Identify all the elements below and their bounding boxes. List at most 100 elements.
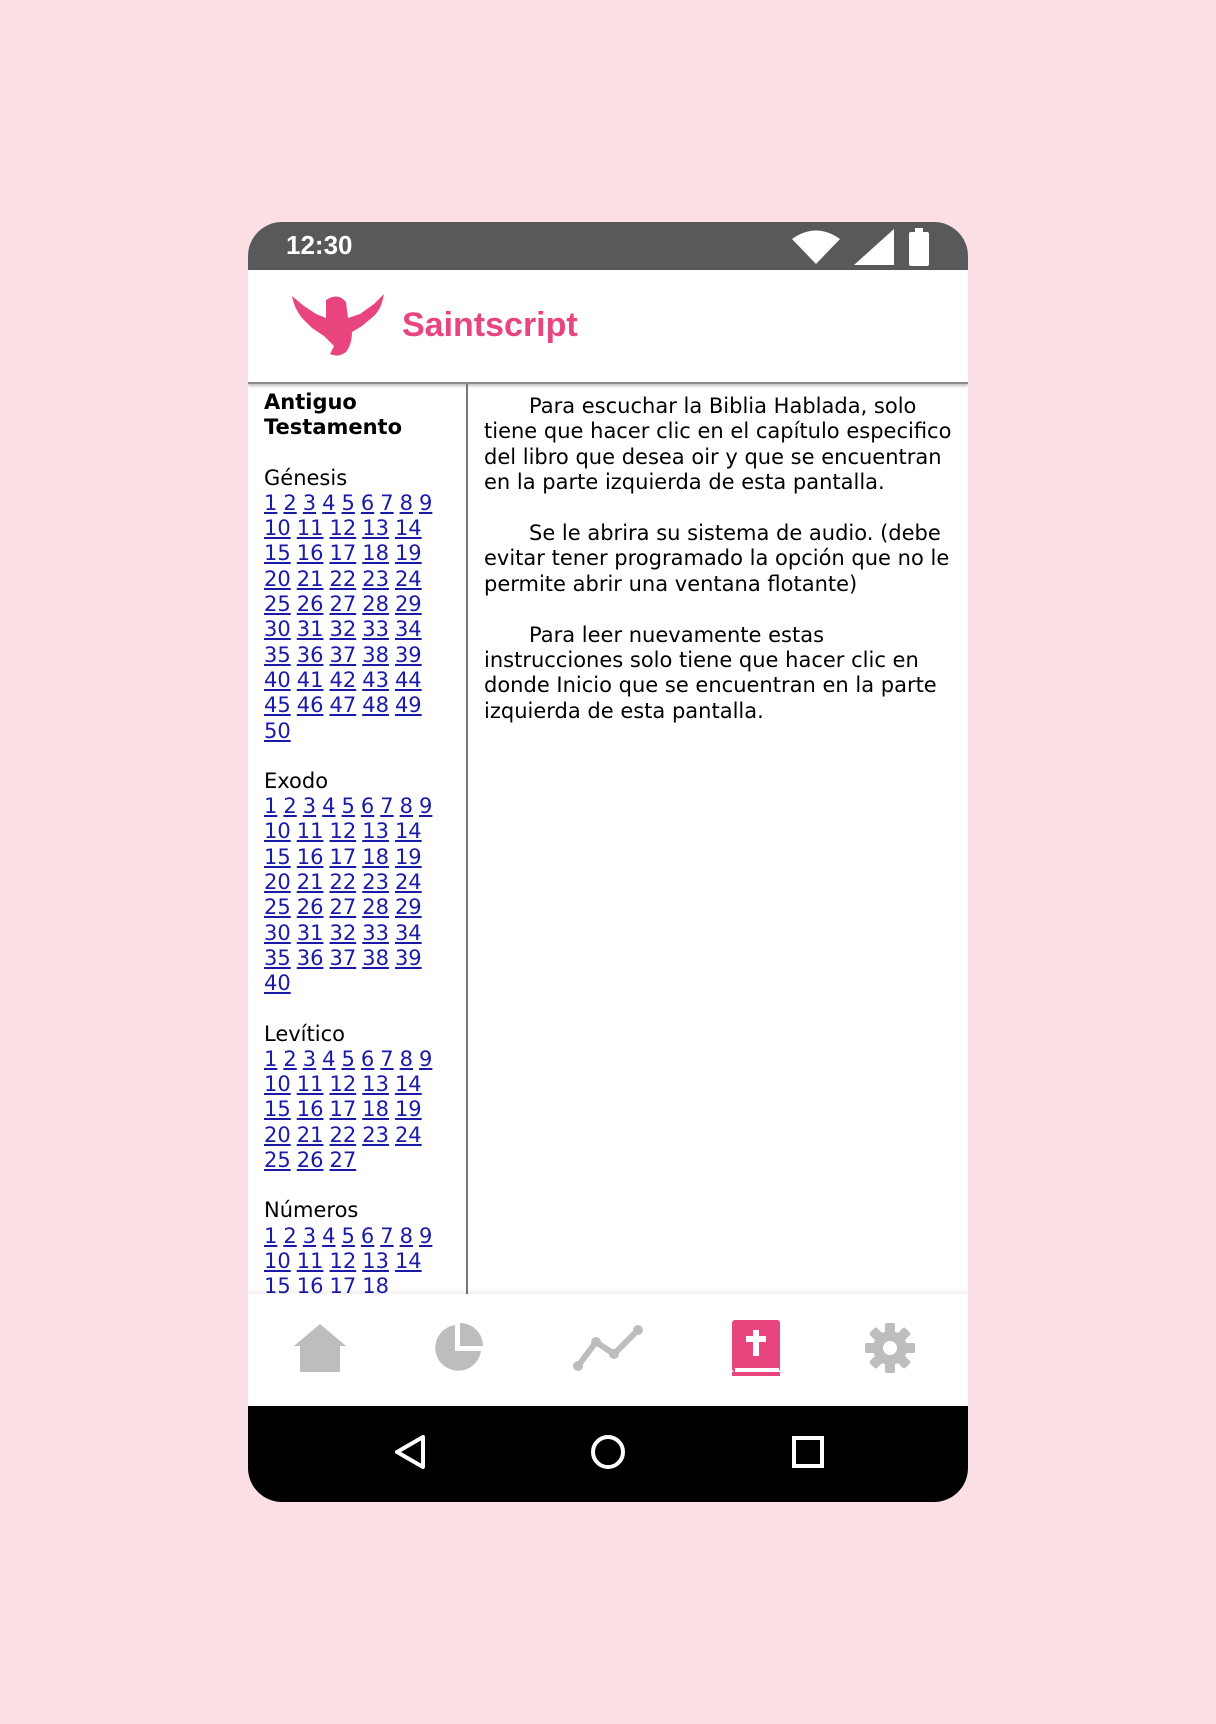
chapter-link[interactable]: 28 [362,592,389,617]
chapter-link[interactable]: 24 [395,870,422,895]
chapter-link[interactable]: 24 [395,1123,422,1148]
chapter-link[interactable]: 16 [297,845,324,870]
chapter-link[interactable]: 34 [395,617,422,642]
chapter-link[interactable]: 26 [297,895,324,920]
chapter-link[interactable]: 13 [362,819,389,844]
chapter-link[interactable]: 18 [362,845,389,870]
chapter-link[interactable]: 27 [329,592,356,617]
chapter-link[interactable]: 4 [322,1047,335,1072]
chapter-link[interactable]: 1 [264,794,277,819]
chapter-link[interactable]: 40 [264,971,291,996]
chapter-link[interactable]: 38 [362,946,389,971]
chapter-link[interactable]: 2 [283,794,296,819]
chapter-link[interactable]: 42 [329,668,356,693]
chapter-link[interactable]: 17 [329,1097,356,1122]
chapter-link[interactable]: 41 [297,668,324,693]
chapter-link[interactable]: 15 [264,1274,291,1294]
chapter-link[interactable]: 29 [395,895,422,920]
chapter-link[interactable]: 33 [362,921,389,946]
chapter-link[interactable]: 9 [419,794,432,819]
chapter-link[interactable]: 8 [400,1047,413,1072]
chapter-link[interactable]: 2 [283,491,296,516]
chapter-link[interactable]: 1 [264,491,277,516]
chapter-link[interactable]: 43 [362,668,389,693]
chapter-link[interactable]: 5 [342,491,355,516]
chapter-link[interactable]: 21 [297,567,324,592]
chapter-link[interactable]: 4 [322,491,335,516]
chapter-link[interactable]: 11 [297,516,324,541]
chapter-link[interactable]: 8 [400,794,413,819]
chapter-link[interactable]: 29 [395,592,422,617]
chapter-link[interactable]: 13 [362,1072,389,1097]
chapter-link[interactable]: 10 [264,819,291,844]
chapter-link[interactable]: 16 [297,1097,324,1122]
chapter-link[interactable]: 17 [329,541,356,566]
chapter-link[interactable]: 32 [329,617,356,642]
chapter-link[interactable]: 9 [419,491,432,516]
chapter-link[interactable]: 18 [362,1274,389,1294]
chapter-link[interactable]: 15 [264,541,291,566]
chapter-link[interactable]: 6 [361,794,374,819]
chapter-link[interactable]: 2 [283,1047,296,1072]
chapter-link[interactable]: 14 [395,819,422,844]
chapter-link[interactable]: 10 [264,1072,291,1097]
chapter-link[interactable]: 44 [395,668,422,693]
chapter-link[interactable]: 10 [264,1249,291,1274]
chapter-link[interactable]: 1 [264,1047,277,1072]
chapter-link[interactable]: 14 [395,516,422,541]
nav-home[interactable] [292,1322,348,1378]
chapter-link[interactable]: 21 [297,870,324,895]
chapter-link[interactable]: 18 [362,541,389,566]
chapter-link[interactable]: 18 [362,1097,389,1122]
chapter-link[interactable]: 11 [297,1072,324,1097]
chapter-link[interactable]: 22 [329,870,356,895]
chapter-link[interactable]: 2 [283,1224,296,1249]
chapter-link[interactable]: 25 [264,592,291,617]
chapter-link[interactable]: 19 [395,541,422,566]
chapter-link[interactable]: 26 [297,592,324,617]
chapter-link[interactable]: 30 [264,617,291,642]
chapter-link[interactable]: 48 [362,693,389,718]
chapter-link[interactable]: 7 [380,491,393,516]
chapter-link[interactable]: 25 [264,1148,291,1173]
chapter-link[interactable]: 17 [329,845,356,870]
chapter-link[interactable]: 31 [297,921,324,946]
chapter-link[interactable]: 50 [264,719,291,744]
recents-button[interactable] [786,1432,830,1476]
chapter-link[interactable]: 12 [329,516,356,541]
chapter-link[interactable]: 25 [264,895,291,920]
chapter-link[interactable]: 22 [329,567,356,592]
chapter-link[interactable]: 46 [297,693,324,718]
chapter-link[interactable]: 6 [361,491,374,516]
chapter-link[interactable]: 31 [297,617,324,642]
chapter-link[interactable]: 3 [303,1224,316,1249]
chapter-link[interactable]: 4 [322,1224,335,1249]
chapter-link[interactable]: 19 [395,845,422,870]
chapter-link[interactable]: 34 [395,921,422,946]
chapter-link[interactable]: 9 [419,1224,432,1249]
chapter-link[interactable]: 49 [395,693,422,718]
chapter-link[interactable]: 3 [303,1047,316,1072]
chapter-link[interactable]: 16 [297,541,324,566]
chapter-link[interactable]: 5 [342,1047,355,1072]
chapter-link[interactable]: 36 [297,946,324,971]
chapter-link[interactable]: 40 [264,668,291,693]
chapter-link[interactable]: 23 [362,567,389,592]
chapter-link[interactable]: 19 [395,1097,422,1122]
chapter-link[interactable]: 15 [264,1097,291,1122]
chapter-link[interactable]: 12 [329,1249,356,1274]
chapter-link[interactable]: 27 [329,1148,356,1173]
chapter-link[interactable]: 3 [303,794,316,819]
chapter-link[interactable]: 23 [362,1123,389,1148]
nav-statistics[interactable] [430,1322,486,1378]
chapter-link[interactable]: 24 [395,567,422,592]
chapter-link[interactable]: 38 [362,643,389,668]
chapter-link[interactable]: 27 [329,895,356,920]
chapter-link[interactable]: 45 [264,693,291,718]
chapter-link[interactable]: 20 [264,567,291,592]
chapter-link[interactable]: 36 [297,643,324,668]
chapter-link[interactable]: 30 [264,921,291,946]
chapter-link[interactable]: 1 [264,1224,277,1249]
chapter-link[interactable]: 20 [264,870,291,895]
chapter-link[interactable]: 6 [361,1047,374,1072]
